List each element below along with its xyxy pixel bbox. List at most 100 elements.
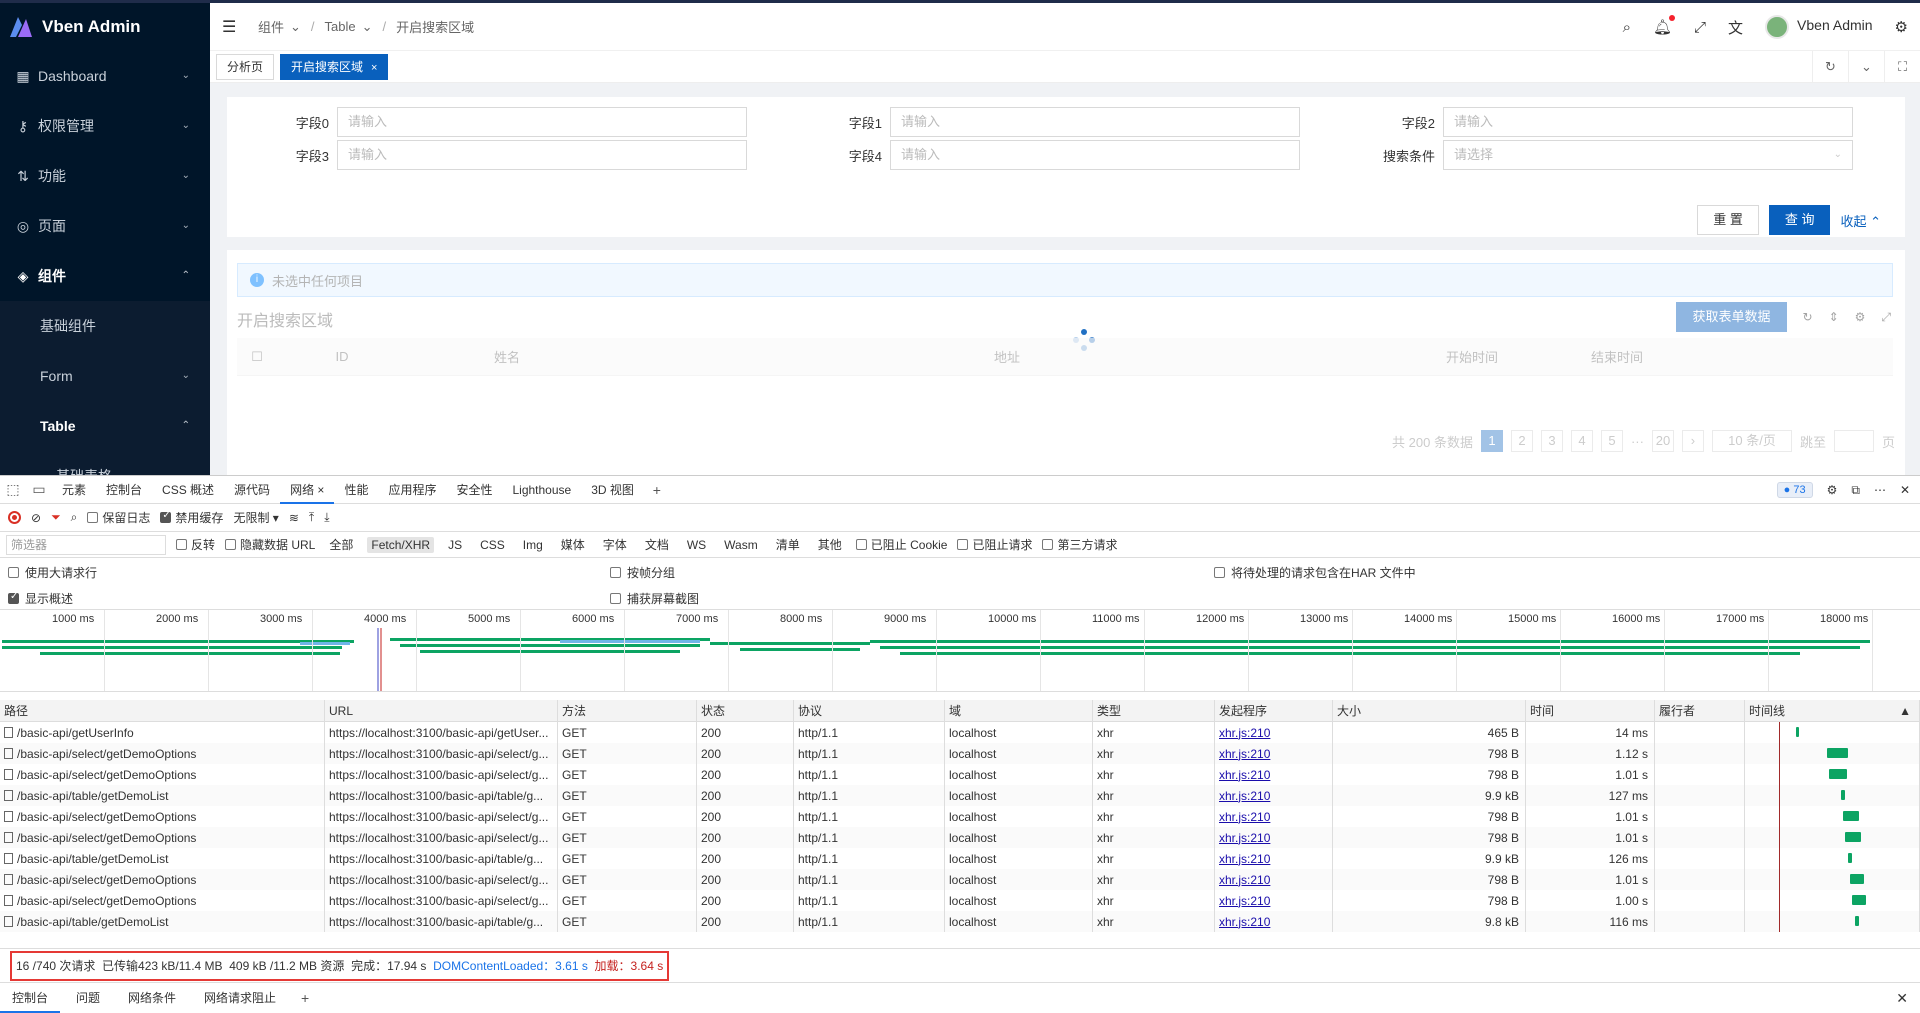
breadcrumb-item[interactable]: Table xyxy=(325,19,356,34)
fold-icon[interactable]: ⛶ xyxy=(1884,51,1920,83)
record-icon[interactable] xyxy=(8,511,21,524)
filter-other[interactable]: 其他 xyxy=(814,535,846,554)
blocked-cookies-checkbox[interactable]: 已阻止 Cookie xyxy=(855,536,947,553)
filter-font[interactable]: 字体 xyxy=(599,535,631,554)
big-rows-checkbox[interactable]: 使用大请求行 xyxy=(8,564,97,581)
column-header-name[interactable]: 姓名 xyxy=(407,347,607,366)
fullscreen-icon[interactable]: ⤢ xyxy=(1881,310,1891,325)
drawer-tab-network-conditions[interactable]: 网络条件 xyxy=(116,983,188,1013)
table-row[interactable]: /basic-api/table/getDemoList https://loca… xyxy=(0,911,1920,932)
tab-sources[interactable]: 源代码 xyxy=(224,476,280,504)
filter-icon[interactable]: ⏷ xyxy=(51,510,61,525)
hide-data-urls-checkbox[interactable]: 隐藏数据 URL xyxy=(225,536,315,553)
sidebar-item-basic-table[interactable]: 基础表格 xyxy=(0,451,210,475)
sidebar-item-table[interactable]: Table ⌃ xyxy=(0,401,210,451)
cell-initiator[interactable]: xhr.js:210 xyxy=(1215,743,1333,764)
network-conditions-icon[interactable]: ≋ xyxy=(289,511,299,525)
column-header-start[interactable]: 开始时间 xyxy=(1407,347,1537,366)
column-header-waterfall[interactable]: 时间线 ▲ xyxy=(1745,700,1920,721)
user-dropdown[interactable]: Vben Admin xyxy=(1765,15,1873,39)
dock-icon[interactable]: ⧉ xyxy=(1851,483,1860,498)
filter-all[interactable]: 全部 xyxy=(325,535,357,554)
column-header-size[interactable]: 大小 xyxy=(1333,700,1526,721)
page-button[interactable]: 5 xyxy=(1600,430,1623,452)
close-icon[interactable]: ✕ xyxy=(1896,990,1908,1007)
export-har-icon[interactable]: ⤓ xyxy=(324,510,329,525)
column-header-fulfilled-by[interactable]: 履行者 xyxy=(1655,700,1745,721)
plus-icon[interactable]: + xyxy=(644,482,670,498)
plus-icon[interactable]: + xyxy=(292,990,318,1006)
tab-network[interactable]: 网络 × xyxy=(280,476,335,504)
sidebar-item-permission[interactable]: ⚷ 权限管理 ⌄ xyxy=(0,101,210,151)
field4-input[interactable]: 请输入 xyxy=(890,140,1300,170)
field2-input[interactable]: 请输入 xyxy=(1443,107,1853,137)
tab-search-area[interactable]: 开启搜索区域 × xyxy=(280,53,389,80)
page-button[interactable]: 20 xyxy=(1651,430,1674,452)
tab-application[interactable]: 应用程序 xyxy=(378,476,446,504)
disable-cache-checkbox[interactable]: 禁用缓存 xyxy=(160,509,223,526)
filter-fetch-xhr[interactable]: Fetch/XHR xyxy=(367,536,435,553)
close-icon[interactable]: ✕ xyxy=(1900,483,1910,497)
table-row[interactable]: /basic-api/select/getDemoOptions https://… xyxy=(0,743,1920,764)
cell-initiator[interactable]: xhr.js:210 xyxy=(1215,806,1333,827)
throttle-select[interactable]: 无限制 ▾ xyxy=(233,509,278,526)
tab-security[interactable]: 安全性 xyxy=(446,476,502,504)
field0-input[interactable]: 请输入 xyxy=(337,107,747,137)
page-button[interactable]: 4 xyxy=(1570,430,1593,452)
next-page-icon[interactable]: › xyxy=(1681,430,1704,452)
import-har-icon[interactable]: ⤒ xyxy=(309,510,314,525)
device-toggle-icon[interactable]: ▭ xyxy=(26,481,52,498)
column-header-address[interactable]: 地址 xyxy=(607,347,1407,366)
pagination-ellipsis[interactable]: ··· xyxy=(1631,434,1644,449)
chevron-down-icon[interactable]: ⌄ xyxy=(1848,51,1884,83)
page-size-select[interactable]: 10 条/页 xyxy=(1711,430,1792,452)
show-overview-checkbox[interactable]: 显示概述 xyxy=(8,590,73,607)
column-height-icon[interactable]: ⇕ xyxy=(1829,310,1839,324)
close-icon[interactable]: × xyxy=(317,483,324,497)
more-icon[interactable]: ⋯ xyxy=(1874,483,1886,497)
cell-initiator[interactable]: xhr.js:210 xyxy=(1215,827,1333,848)
field3-input[interactable]: 请输入 xyxy=(337,140,747,170)
column-header-path[interactable]: 路径 xyxy=(0,700,325,721)
bell-icon[interactable]: 🔔︎ xyxy=(1653,15,1676,36)
column-header-type[interactable]: 类型 xyxy=(1093,700,1215,721)
table-row[interactable]: /basic-api/select/getDemoOptions https://… xyxy=(0,764,1920,785)
column-header-id[interactable]: ID xyxy=(277,349,407,364)
clear-icon[interactable]: ⊘ xyxy=(31,511,41,525)
search-icon[interactable]: ⌕ xyxy=(71,510,78,525)
refresh-icon[interactable]: ↻ xyxy=(1812,51,1848,83)
drawer-tab-issues[interactable]: 问题 xyxy=(64,983,112,1013)
third-party-checkbox[interactable]: 第三方请求 xyxy=(1042,536,1118,553)
breadcrumb-item[interactable]: 组件 xyxy=(258,17,284,36)
select-all-checkbox[interactable]: ☐ xyxy=(237,349,277,365)
sidebar-item-page[interactable]: ◎ 页面 ⌄ xyxy=(0,201,210,251)
filter-ws[interactable]: WS xyxy=(683,537,710,553)
search-condition-select[interactable]: 请选择 ⌄ xyxy=(1443,140,1853,170)
capture-screenshots-checkbox[interactable]: 捕获屏幕截图 xyxy=(610,590,699,607)
table-row[interactable]: /basic-api/select/getDemoOptions https://… xyxy=(0,890,1920,911)
app-logo[interactable]: Vben Admin xyxy=(0,3,210,51)
gear-icon[interactable]: ⚙ xyxy=(1855,310,1866,324)
page-button[interactable]: 2 xyxy=(1510,430,1533,452)
search-icon[interactable]: ⌕ xyxy=(1623,19,1631,36)
network-overview[interactable]: 1000 ms 2000 ms 3000 ms 4000 ms 5000 ms 6000 … xyxy=(0,610,1920,692)
drawer-tab-console[interactable]: 控制台 xyxy=(0,983,61,1013)
tab-3d-view[interactable]: 3D 视图 xyxy=(581,476,644,504)
issues-badge[interactable]: ● 73 xyxy=(1776,482,1813,498)
gear-icon[interactable]: ⚙ xyxy=(1895,18,1908,36)
invert-checkbox[interactable]: 反转 xyxy=(176,536,215,553)
column-header-method[interactable]: 方法 xyxy=(558,700,697,721)
drawer-tab-request-blocking[interactable]: 网络请求阻止 xyxy=(192,983,288,1013)
filter-wasm[interactable]: Wasm xyxy=(720,537,762,553)
table-row[interactable]: /basic-api/select/getDemoOptions https://… xyxy=(0,869,1920,890)
tab-analysis[interactable]: 分析页 xyxy=(216,53,275,80)
column-header-url[interactable]: URL xyxy=(325,700,558,721)
tab-elements[interactable]: 元素 xyxy=(52,476,96,504)
har-pending-checkbox[interactable]: 将待处理的请求包含在HAR 文件中 xyxy=(1214,564,1416,581)
table-row[interactable]: /basic-api/select/getDemoOptions https://… xyxy=(0,806,1920,827)
table-row[interactable]: /basic-api/getUserInfo https://localhost:… xyxy=(0,722,1920,743)
fullscreen-icon[interactable]: ⤢ xyxy=(1694,19,1706,36)
cell-initiator[interactable]: xhr.js:210 xyxy=(1215,911,1333,932)
column-header-status[interactable]: 状态 xyxy=(697,700,794,721)
column-header-end[interactable]: 结束时间 xyxy=(1537,347,1697,366)
